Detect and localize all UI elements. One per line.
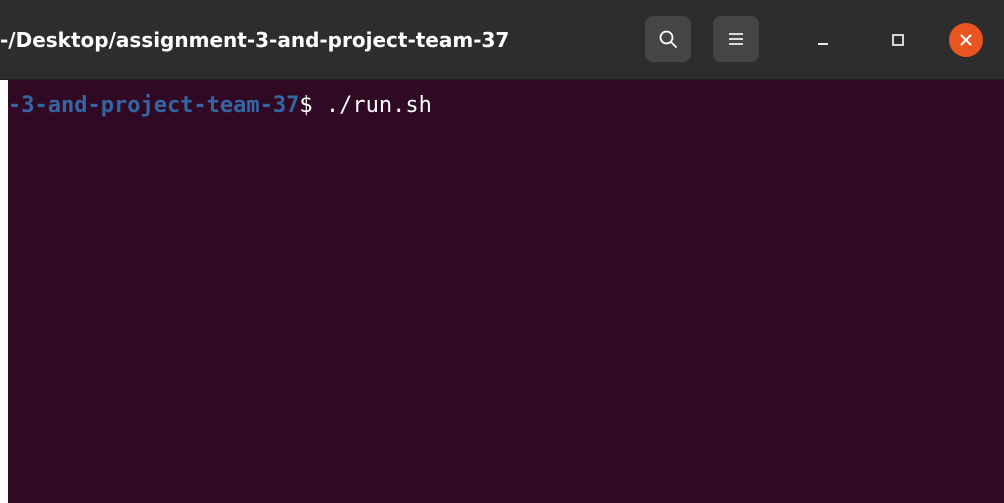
minimize-button[interactable] [803, 20, 843, 60]
minimize-icon [818, 43, 828, 45]
prompt-line: -3-and-project-team-37$ ./run.sh [8, 92, 432, 120]
terminal-window: -/Desktop/assignment-3-and-project-team-… [0, 0, 1004, 503]
typed-command: ./run.sh [312, 93, 432, 118]
search-icon [659, 30, 677, 48]
search-button[interactable] [645, 16, 691, 62]
prompt-path: -3-and-project-team-37 [8, 93, 300, 118]
close-button-circle [949, 23, 983, 57]
menu-button[interactable] [713, 16, 759, 62]
close-button[interactable] [946, 20, 986, 60]
header-bar[interactable]: -/Desktop/assignment-3-and-project-team-… [0, 0, 1004, 80]
close-icon [960, 34, 972, 46]
maximize-button[interactable] [878, 20, 918, 60]
window-title: -/Desktop/assignment-3-and-project-team-… [0, 28, 510, 52]
terminal-output-area[interactable]: -3-and-project-team-37$ ./run.sh [8, 80, 1004, 503]
prompt-symbol: $ [299, 93, 313, 118]
maximize-icon [892, 34, 904, 46]
hamburger-menu-icon [729, 33, 743, 45]
